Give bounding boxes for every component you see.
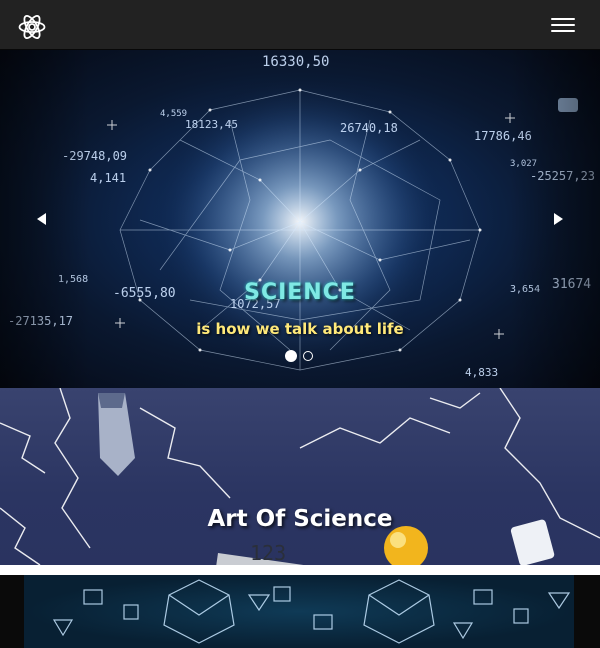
svg-text:4,141: 4,141: [90, 171, 126, 185]
hamburger-icon-bar: [551, 24, 575, 26]
svg-text:16330,50: 16330,50: [262, 54, 329, 70]
navbar: [0, 0, 600, 50]
pattern-banner-section: [0, 565, 600, 648]
art-of-science-section: 123 Art Of Science: [0, 388, 600, 565]
hamburger-icon-bar: [551, 30, 575, 32]
svg-text:18123,45: 18123,45: [185, 118, 238, 131]
carousel-indicator-1[interactable]: [285, 350, 297, 362]
left-edge-block: [0, 575, 24, 648]
art-title: Art Of Science: [207, 506, 393, 532]
hero-carousel: 16330,50 -29748,09 4,141 -6555,80 -27135…: [0, 50, 600, 388]
svg-text:4,559: 4,559: [160, 109, 187, 119]
carousel-indicator-2[interactable]: [303, 351, 313, 361]
carousel-indicators: [285, 350, 315, 363]
atom-icon[interactable]: [15, 10, 49, 44]
geometric-pattern-image: [24, 575, 574, 648]
lab-illustration-image: 123: [0, 388, 600, 565]
slide-subtitle: is how we talk about life: [196, 320, 404, 338]
gauge-reading: 123: [250, 541, 286, 565]
chevron-right-icon: [554, 213, 563, 225]
svg-text:26740,18: 26740,18: [340, 121, 398, 135]
hamburger-icon: [551, 18, 575, 20]
chevron-left-icon: [37, 213, 46, 225]
navbar-toggle-button[interactable]: [541, 11, 585, 39]
right-edge-block: [574, 575, 600, 648]
svg-text:4,833: 4,833: [465, 366, 498, 379]
slide-title: SCIENCE: [244, 280, 356, 305]
